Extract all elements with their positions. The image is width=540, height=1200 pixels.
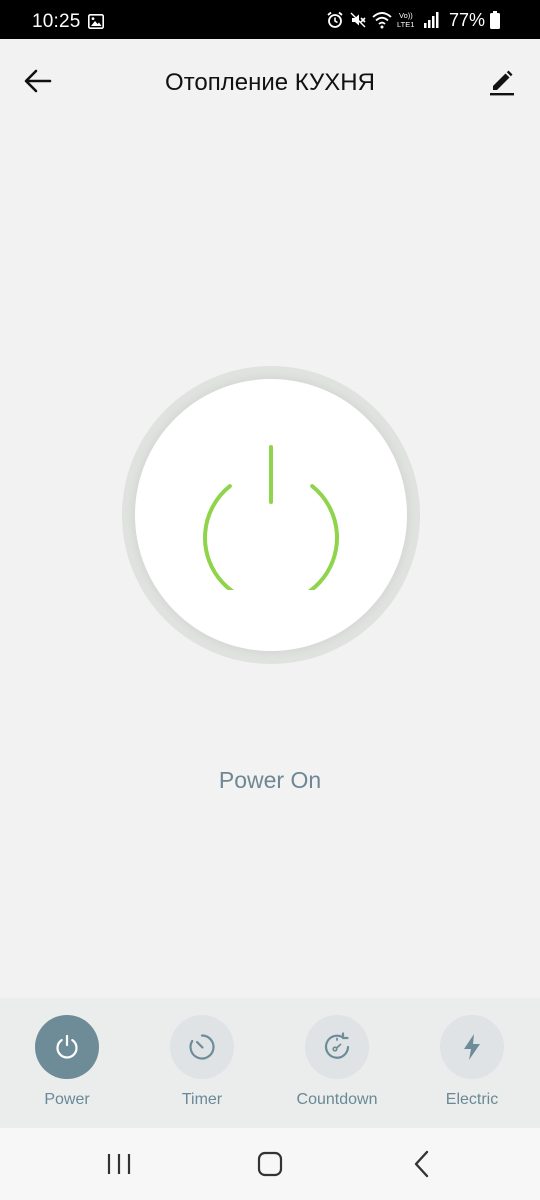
power-status-text: Power On <box>218 767 322 793</box>
electric-function-label: Electric <box>445 1091 499 1108</box>
wifi-icon <box>372 12 392 29</box>
countdown-function-circle <box>305 1015 369 1079</box>
gallery-notification-icon <box>88 14 104 29</box>
electric-function-circle <box>440 1015 504 1079</box>
power-function-circle <box>35 1015 99 1079</box>
signal-icon <box>423 12 439 28</box>
power-icon <box>56 1034 78 1059</box>
countdown-function-label: Countdown <box>296 1091 378 1108</box>
recent-apps-icon <box>107 1154 131 1174</box>
power-function-button[interactable]: Power <box>17 1015 117 1115</box>
lightning-icon <box>464 1034 480 1060</box>
header: Отопление КУХНЯ <box>0 39 540 125</box>
power-button-face <box>135 379 407 651</box>
power-toggle-button[interactable] <box>122 366 420 664</box>
battery-percent: 77% <box>448 9 485 30</box>
svg-text:LTE1: LTE1 <box>397 20 414 29</box>
system-back-button[interactable] <box>392 1146 452 1182</box>
electric-function-button[interactable]: Electric <box>422 1015 522 1115</box>
back-button[interactable] <box>18 63 58 99</box>
recent-apps-button[interactable] <box>89 1146 149 1182</box>
home-icon <box>257 1151 283 1177</box>
arrow-left-icon <box>24 69 52 93</box>
status-time: 10:25 <box>32 11 81 32</box>
countdown-function-button[interactable]: Countdown <box>287 1015 387 1115</box>
system-nav-bar <box>0 1128 540 1200</box>
battery-icon <box>490 11 500 29</box>
countdown-icon <box>324 1032 350 1059</box>
power-function-label: Power <box>44 1091 90 1108</box>
timer-function-label: Timer <box>181 1091 223 1108</box>
timer-function-circle <box>170 1015 234 1079</box>
svg-text:Vo)): Vo)) <box>399 11 413 20</box>
timer-icon <box>189 1034 215 1060</box>
status-bar: 10:25 Vo)) LTE1 77% <box>0 0 540 39</box>
mute-icon <box>350 12 366 28</box>
timer-function-button[interactable]: Timer <box>152 1015 252 1115</box>
alarm-icon <box>327 11 343 28</box>
status-icons: Vo)) LTE1 77% <box>326 9 500 31</box>
volte-icon: Vo)) LTE1 <box>397 11 414 29</box>
page-title: Отопление КУХНЯ <box>165 69 375 96</box>
home-button[interactable] <box>240 1146 300 1182</box>
pencil-icon <box>490 70 514 96</box>
edit-button[interactable] <box>482 63 522 103</box>
function-bar: Power Timer Countdown Electric <box>0 998 540 1128</box>
power-icon-large <box>203 445 339 590</box>
chevron-left-icon <box>414 1150 429 1178</box>
